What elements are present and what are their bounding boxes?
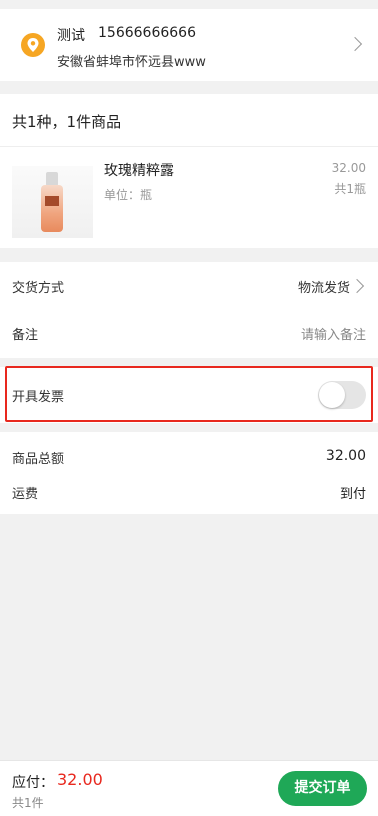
product-unit: 单位：瓶 [104, 188, 153, 202]
shipping-label: 运费 [12, 487, 39, 502]
shipping-value: 到付 [339, 487, 366, 502]
goods-total-label: 商品总额 [12, 452, 65, 467]
receiver-name: 测试 [57, 28, 85, 44]
delivery-method-label: 交货方式 [12, 281, 65, 296]
bottle-label [45, 196, 59, 206]
delivery-method-value: 物流发货 [297, 281, 350, 296]
remark-input[interactable]: 请输入备注 [301, 324, 366, 343]
product-price: 32.00 [331, 161, 366, 175]
delivery-method-row[interactable]: 交货方式 物流发货 [0, 262, 378, 309]
chevron-right-icon [349, 278, 365, 294]
invoice-label: 开具发票 [12, 390, 65, 405]
product-quantity: 共1瓶 [334, 182, 366, 196]
totals-card: 商品总额 32.00 运费 到付 [0, 432, 378, 514]
payable-label: 应付： [12, 775, 54, 791]
chevron-right-icon [347, 36, 363, 52]
product-image[interactable] [12, 166, 93, 238]
invoice-toggle[interactable] [318, 381, 366, 409]
remark-label: 备注 [12, 328, 39, 343]
invoice-row: 开具发票 [0, 367, 378, 423]
bottle-cap [46, 172, 58, 186]
goods-total-value: 32.00 [325, 448, 366, 464]
address-card[interactable]: 测试 15666666666 安徽省蚌埠市怀远县www [0, 9, 378, 81]
receiver-phone: 15666666666 [98, 25, 196, 41]
item-count: 共1件 [12, 796, 44, 810]
submit-order-button[interactable]: 提交订单 [278, 771, 367, 806]
checkout-bar: 应付： 32.00 共1件 提交订单 [0, 760, 378, 816]
payable-amount: 32.00 [57, 770, 103, 789]
order-options-card: 交货方式 物流发货 备注 请输入备注 [0, 262, 378, 358]
product-name: 玫瑰精粹露 [104, 163, 174, 179]
goods-card: 共1种，1件商品 玫瑰精粹露 单位：瓶 32.00 共1瓶 [0, 94, 378, 248]
toggle-knob [319, 382, 345, 408]
location-pin-icon [21, 33, 45, 57]
receiver-address: 安徽省蚌埠市怀远县www [57, 55, 206, 70]
bottle-body [41, 185, 63, 232]
remark-row: 备注 请输入备注 [0, 310, 378, 358]
divider [0, 146, 378, 147]
goods-summary: 共1种，1件商品 [12, 113, 122, 131]
